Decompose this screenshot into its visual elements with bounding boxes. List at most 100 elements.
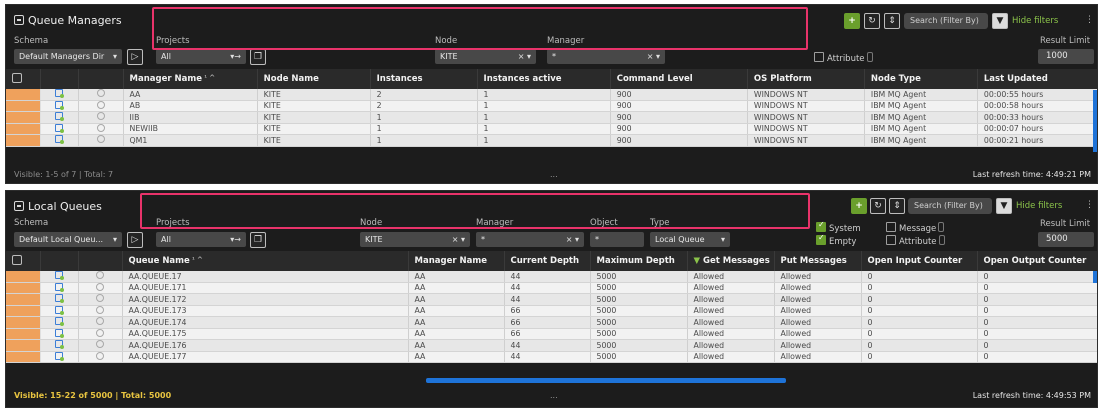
type-select[interactable]: Local Queue ▾	[650, 232, 730, 247]
table-cell: AA	[408, 271, 505, 283]
row-indicator[interactable]	[6, 328, 41, 340]
row-indicator[interactable]	[6, 100, 41, 112]
sort-ascending-icon: ¹ ^	[201, 74, 216, 82]
add-icon[interactable]: +	[851, 198, 867, 214]
table-row[interactable]: AA.QUEUE.176 AA 44 5000 Allowed Allowed 0 0	[6, 339, 1097, 352]
projects-select[interactable]: All ▾→	[156, 232, 246, 247]
column-header[interactable]: Queue Name ¹ ^	[122, 251, 409, 271]
refresh-icon[interactable]: ↻	[870, 198, 886, 214]
row-indicator[interactable]	[6, 282, 41, 294]
table-row[interactable]: AB KITE 2 1 900 WINDOWS NT IBM MQ Agent 00:00:5…	[6, 100, 1097, 112]
collapse-icon[interactable]	[14, 15, 24, 25]
select-all-cell[interactable]	[6, 69, 41, 89]
horizontal-scrollbar[interactable]	[426, 378, 786, 383]
attribute-checkbox[interactable]: Attribute	[886, 235, 945, 247]
projects-select[interactable]: All ▾→	[156, 49, 246, 64]
more-options-icon[interactable]: ⋮	[1085, 200, 1094, 210]
row-indicator[interactable]	[6, 123, 41, 135]
column-header[interactable]: Node Type	[864, 69, 978, 89]
table-cell: Allowed	[774, 305, 862, 317]
manager-input[interactable]: * × ▾	[476, 232, 584, 247]
column-header[interactable]: OS Platform	[747, 69, 865, 89]
manager-input[interactable]: * × ▾	[547, 49, 665, 64]
column-header[interactable]: Command Level	[610, 69, 748, 89]
clock-column-header	[78, 251, 123, 271]
filter-icon[interactable]: ▼	[996, 198, 1012, 214]
table-cell: KITE	[257, 89, 371, 101]
row-indicator[interactable]	[6, 305, 41, 317]
search-input[interactable]: Search (Filter By)	[908, 198, 992, 214]
object-input[interactable]: *	[590, 232, 644, 247]
schema-select[interactable]: Default Managers Dir ▾	[14, 49, 122, 64]
table-cell: 0	[977, 305, 1097, 317]
column-header[interactable]: ▼ Get Messages	[687, 251, 775, 271]
copy-icon[interactable]: ❐	[250, 232, 266, 248]
table-cell: 44	[504, 271, 591, 283]
message-checkbox[interactable]: Message	[886, 222, 945, 234]
result-limit-input[interactable]: 1000	[1038, 49, 1094, 64]
add-icon[interactable]: +	[844, 13, 860, 29]
search-input[interactable]: Search (Filter By)	[904, 13, 988, 29]
queue-manager-status-icon	[55, 294, 64, 303]
hide-filters-link[interactable]: Hide filters	[1012, 16, 1058, 26]
more-dots[interactable]: ...	[550, 389, 558, 403]
more-options-icon[interactable]: ⋮	[1085, 15, 1094, 25]
row-indicator[interactable]	[6, 134, 41, 147]
collapse-icon[interactable]	[14, 201, 24, 211]
schema-label: Schema	[14, 36, 49, 46]
hide-filters-link[interactable]: Hide filters	[1016, 201, 1062, 211]
attribute-checkbox[interactable]: Attribute	[814, 52, 873, 64]
table-row[interactable]: AA.QUEUE.173 AA 66 5000 Allowed Allowed 0 0	[6, 305, 1097, 317]
open-schema-icon[interactable]: ▷	[127, 232, 143, 248]
table-row[interactable]: AA.QUEUE.177 AA 44 5000 Allowed Allowed 0 0	[6, 351, 1097, 363]
filter-icon[interactable]: ▼	[992, 13, 1008, 29]
column-header[interactable]: Instances	[370, 69, 478, 89]
vertical-scrollbar[interactable]	[1093, 90, 1097, 152]
column-header[interactable]: Open Output Counter	[977, 251, 1097, 271]
column-header[interactable]: Instances active	[477, 69, 611, 89]
select-all-checkbox-icon[interactable]	[12, 255, 22, 265]
vertical-scrollbar[interactable]	[1093, 271, 1097, 283]
result-limit-input[interactable]: 5000	[1038, 232, 1094, 247]
table-row[interactable]: AA.QUEUE.172 AA 44 5000 Allowed Allowed 0 0	[6, 293, 1097, 306]
column-header[interactable]: Last Updated	[977, 69, 1097, 89]
node-select[interactable]: KITE × ▾	[435, 49, 536, 64]
row-indicator[interactable]	[6, 111, 41, 124]
schema-select[interactable]: Default Local Queu... ▾	[14, 232, 122, 247]
open-schema-icon[interactable]: ▷	[127, 49, 143, 65]
table-row[interactable]: IIB KITE 1 1 900 WINDOWS NT IBM MQ Agent 00:00:…	[6, 111, 1097, 124]
row-indicator[interactable]	[6, 89, 41, 101]
table-row[interactable]: NEWIIB KITE 1 1 900 WINDOWS NT IBM MQ Agent 00:…	[6, 123, 1097, 135]
select-all-checkbox-icon[interactable]	[12, 73, 22, 83]
table-cell: AA	[408, 316, 505, 329]
table-row[interactable]: AA KITE 2 1 900 WINDOWS NT IBM MQ Agent 00:00:5…	[6, 89, 1097, 101]
table-row[interactable]: AA.QUEUE.175 AA 66 5000 Allowed Allowed 0 0	[6, 328, 1097, 340]
queue-manager-status-icon	[55, 123, 65, 133]
table-row[interactable]: AA.QUEUE.174 AA 66 5000 Allowed Allowed 0 0	[6, 316, 1097, 329]
column-header[interactable]: Maximum Depth	[590, 251, 688, 271]
refresh-icon[interactable]: ↻	[864, 13, 880, 29]
clock-icon	[96, 351, 104, 360]
node-select[interactable]: KITE × ▾	[360, 232, 470, 247]
row-indicator[interactable]	[6, 271, 41, 283]
table-row[interactable]: AA.QUEUE.171 AA 44 5000 Allowed Allowed 0 0	[6, 282, 1097, 294]
row-indicator[interactable]	[6, 351, 41, 363]
row-indicator[interactable]	[6, 316, 41, 329]
column-header[interactable]: Put Messages	[774, 251, 862, 271]
column-header[interactable]: Manager Name ¹ ^	[123, 69, 258, 89]
sort-icon[interactable]: ⇕	[889, 198, 905, 214]
column-header[interactable]: Current Depth	[504, 251, 591, 271]
copy-icon[interactable]: ❐	[250, 49, 266, 65]
row-indicator[interactable]	[6, 339, 41, 352]
column-header[interactable]: Open Input Counter	[861, 251, 978, 271]
result-limit-label: Result Limit	[1040, 219, 1091, 229]
table-row[interactable]: AA.QUEUE.17 AA 44 5000 Allowed Allowed 0 0	[6, 271, 1097, 283]
table-row[interactable]: QM1 KITE 1 1 900 WINDOWS NT IBM MQ Agent 00:00:…	[6, 134, 1097, 147]
select-all-cell[interactable]	[6, 251, 41, 271]
column-header[interactable]: Node Name	[257, 69, 371, 89]
sort-icon[interactable]: ⇕	[884, 13, 900, 29]
empty-checkbox[interactable]: Empty	[816, 233, 856, 247]
row-indicator[interactable]	[6, 293, 41, 306]
column-header[interactable]: Manager Name	[408, 251, 505, 271]
more-dots[interactable]: ...	[550, 168, 558, 182]
